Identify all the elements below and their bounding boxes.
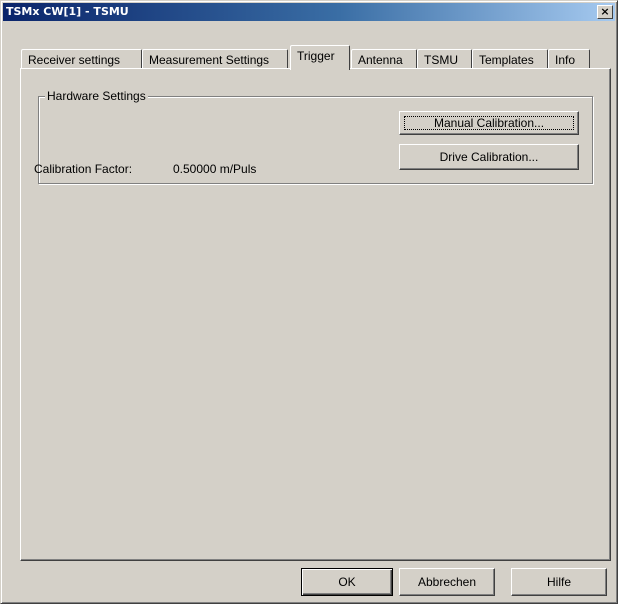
- help-button[interactable]: Hilfe: [511, 568, 607, 596]
- cancel-button[interactable]: Abbrechen: [399, 568, 495, 596]
- dialog-window: TSMx CW[1] - TSMU × Receiver settings Me…: [0, 0, 618, 604]
- button-label: Abbrechen: [417, 575, 477, 589]
- button-label: Manual Calibration...: [433, 116, 545, 130]
- button-label: OK: [338, 575, 356, 589]
- button-label: Drive Calibration...: [439, 150, 539, 164]
- tab-antenna[interactable]: Antenna: [351, 49, 417, 69]
- close-button[interactable]: ×: [597, 5, 613, 19]
- calibration-factor-label: Calibration Factor:: [34, 162, 133, 176]
- tab-info[interactable]: Info: [548, 49, 590, 69]
- tab-receiver-settings[interactable]: Receiver settings: [21, 49, 142, 69]
- tab-trigger[interactable]: Trigger: [290, 45, 350, 70]
- button-label: Hilfe: [546, 575, 571, 589]
- tab-tsmu[interactable]: TSMU: [417, 49, 472, 69]
- tab-label: Info: [555, 53, 576, 67]
- calibration-factor-value: 0.50000 m/Puls: [173, 162, 257, 176]
- window-title: TSMx CW[1] - TSMU: [6, 5, 129, 18]
- drive-calibration-button[interactable]: Drive Calibration...: [399, 144, 579, 170]
- group-title: Hardware Settings: [45, 89, 148, 103]
- tab-label: TSMU: [424, 53, 458, 67]
- title-bar[interactable]: TSMx CW[1] - TSMU ×: [3, 3, 615, 21]
- tab-measurement-settings[interactable]: Measurement Settings: [142, 49, 288, 69]
- trigger-tab-panel: Hardware Settings: [20, 68, 611, 561]
- tab-label: Trigger: [297, 49, 335, 63]
- tab-label: Measurement Settings: [149, 53, 270, 67]
- ok-button[interactable]: OK: [301, 568, 393, 596]
- tab-templates[interactable]: Templates: [472, 49, 548, 69]
- tab-label: Receiver settings: [28, 53, 121, 67]
- tab-label: Templates: [479, 53, 534, 67]
- close-icon: ×: [600, 5, 610, 18]
- tab-label: Antenna: [358, 53, 403, 67]
- manual-calibration-button[interactable]: Manual Calibration...: [399, 111, 579, 135]
